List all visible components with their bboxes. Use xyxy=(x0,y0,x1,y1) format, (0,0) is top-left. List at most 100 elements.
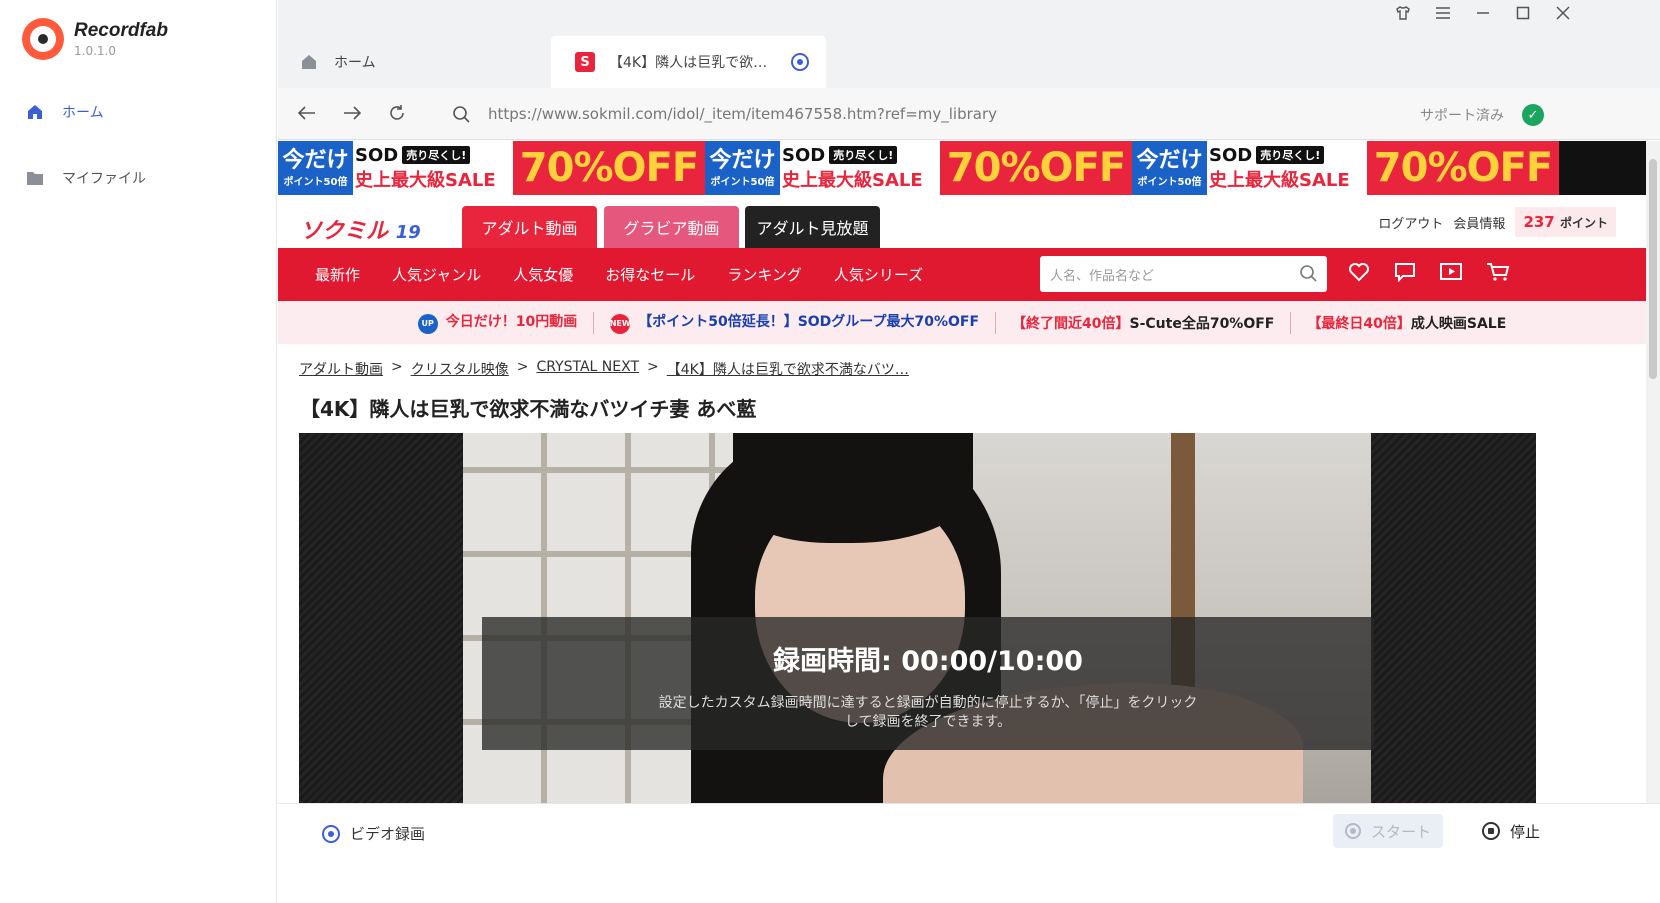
stop-button[interactable]: 停止 xyxy=(1456,814,1566,848)
promo-text: 成人映画SALE xyxy=(1410,315,1507,332)
tab-label: ホーム xyxy=(334,55,376,71)
tab-adult-video[interactable]: アダルト動画 xyxy=(462,206,597,248)
support-status: サポート済み ✓ xyxy=(1420,104,1544,126)
check-icon: ✓ xyxy=(1522,104,1544,126)
promo-prefix: 【最終日40倍】 xyxy=(1307,315,1411,332)
record-icon xyxy=(1344,823,1361,839)
tab-gravure-video[interactable]: グラビア動画 xyxy=(604,206,739,248)
banner-tag: 売り尽くし! xyxy=(402,146,471,164)
nav-link[interactable]: ランキング xyxy=(727,264,802,285)
site-logo-text: ソクミル xyxy=(300,219,389,244)
banner-tag: 売り尽くし! xyxy=(1256,146,1325,164)
support-label: サポート済み xyxy=(1420,108,1504,124)
promo-bar: UP 今日だけ！10円動画 NEW 【ポイント50倍延長！】SODグループ最大70%… xyxy=(278,301,1646,344)
tab-sokmil-product[interactable]: S 【4K】隣人は巨乳で欲求不満なバツイチ妻 あべ藍 xyxy=(551,36,826,88)
play-video-icon[interactable] xyxy=(1440,262,1462,287)
sidebar-item-label: ホーム xyxy=(62,105,104,121)
nav-icons xyxy=(1348,262,1510,287)
nav-link[interactable]: 人気シリーズ xyxy=(834,264,923,285)
banner-text: 70%OFF xyxy=(940,141,1132,195)
app-name: Recordfab xyxy=(74,20,168,41)
radio-icon xyxy=(322,824,340,843)
recordfab-logo-icon xyxy=(22,18,64,60)
start-label: スタート xyxy=(1370,822,1431,841)
banner-text: SOD xyxy=(355,144,399,166)
reload-icon[interactable] xyxy=(386,102,408,124)
recording-indicator-icon[interactable] xyxy=(791,53,809,71)
banner-text: 70%OFF xyxy=(1367,141,1559,195)
member-info-link[interactable]: 会員情報 xyxy=(1453,213,1505,232)
tab-unlimited[interactable]: アダルト見放題 xyxy=(745,206,880,248)
nav-link[interactable]: お得なセール xyxy=(605,264,695,285)
banner-text: ポイント50倍 xyxy=(1137,176,1202,188)
web-view: 今だけ ポイント50倍 SOD 売り尽くし! 史上最大級SALE 70%OFF 今だけ… xyxy=(278,141,1646,803)
promo-text: 今日だけ！10円動画 xyxy=(445,314,578,331)
banner-text: 70%OFF xyxy=(513,141,705,195)
shirt-icon[interactable] xyxy=(1394,4,1412,22)
banner-text: ポイント50倍 xyxy=(710,176,775,188)
nav-link[interactable]: 人気女優 xyxy=(513,264,573,285)
video-record-mode[interactable]: ビデオ録画 xyxy=(322,823,425,844)
stop-icon xyxy=(1481,822,1500,840)
app-brand: Recordfab 1.0.1.0 xyxy=(22,18,168,60)
banner-text: 今だけ xyxy=(709,147,776,173)
web-scrollbar[interactable] xyxy=(1646,141,1660,803)
close-icon[interactable] xyxy=(1554,4,1572,22)
nav-link[interactable]: 最新作 xyxy=(315,264,360,285)
heart-icon[interactable] xyxy=(1348,262,1370,287)
promo-item[interactable]: 【終了間近40倍】S-Cute全品70%OFF xyxy=(1012,313,1274,333)
menu-icon[interactable] xyxy=(1434,4,1452,22)
site-logo[interactable]: ソクミル 19 xyxy=(300,213,421,245)
start-button[interactable]: スタート xyxy=(1333,814,1443,848)
breadcrumb-link[interactable]: クリスタル映像 xyxy=(411,359,509,379)
sidebar-item-my-files[interactable]: マイファイル xyxy=(25,168,146,188)
banner-text: 史上最大級SALE xyxy=(782,169,923,191)
logout-link[interactable]: ログアウト xyxy=(1378,213,1443,232)
url-input[interactable]: https://www.sokmil.com/idol/_item/item46… xyxy=(436,98,1546,130)
video-player[interactable]: 録画時間: 00:00/10:00 設定したカスタム録画時間に達すると録画が自動… xyxy=(299,433,1536,803)
promo-item[interactable]: NEW 【ポイント50倍延長！】SODグループ最大70%OFF xyxy=(610,311,979,334)
banner-text: 今だけ xyxy=(1136,147,1203,173)
folder-icon xyxy=(25,168,45,188)
promo-item[interactable]: 【最終日40倍】成人映画SALE xyxy=(1307,313,1506,333)
site-search-input[interactable]: 人名、作品名など xyxy=(1040,256,1327,292)
new-badge-icon: NEW xyxy=(610,313,631,334)
sidebar-item-home[interactable]: ホーム xyxy=(25,102,104,122)
breadcrumb-link[interactable]: 【4K】隣人は巨乳で欲求不満なバツ… xyxy=(667,359,909,379)
banner-tag: 売り尽くし! xyxy=(829,146,898,164)
minimize-icon[interactable] xyxy=(1474,4,1492,22)
banner-text: 史上最大級SALE xyxy=(355,169,496,191)
breadcrumb-link[interactable]: アダルト動画 xyxy=(299,359,383,379)
site-header: ソクミル 19 アダルト動画 グラビア動画 アダルト見放題 ログアウト 会員情報… xyxy=(278,195,1646,248)
points-badge[interactable]: 237 ポイント xyxy=(1515,207,1616,237)
message-icon[interactable] xyxy=(1394,262,1416,287)
home-icon xyxy=(300,53,318,71)
banner-text: SOD xyxy=(1209,144,1253,166)
app-version: 1.0.1.0 xyxy=(74,44,116,58)
bottom-bar: ビデオ録画 スタート 停止 xyxy=(278,803,1660,903)
search-icon[interactable] xyxy=(1299,264,1317,286)
chevron-right-icon: > xyxy=(516,359,529,375)
scrollbar-thumb[interactable] xyxy=(1649,159,1657,379)
banner-text: ポイント50倍 xyxy=(283,176,348,188)
recording-time: 録画時間: 00:00/10:00 xyxy=(773,646,1083,677)
nav-link[interactable]: 人気ジャンル xyxy=(392,264,481,285)
cart-icon[interactable] xyxy=(1486,262,1510,287)
breadcrumb-link[interactable]: CRYSTAL NEXT xyxy=(536,359,639,379)
maximize-icon[interactable] xyxy=(1514,4,1532,22)
promo-item[interactable]: UP 今日だけ！10円動画 xyxy=(417,311,578,334)
divider xyxy=(1290,311,1292,334)
recording-description: 設定したカスタム録画時間に達すると録画が自動的に停止するか、「停止」をクリックし… xyxy=(658,695,1198,730)
site-logo-badge: 19 xyxy=(395,222,421,243)
figure-bangs xyxy=(733,433,973,543)
up-badge-icon: UP xyxy=(417,313,438,334)
back-icon[interactable] xyxy=(296,102,318,124)
forward-icon[interactable] xyxy=(341,102,363,124)
product-title: 【4K】隣人は巨乳で欲求不満なバツイチ妻 あべ藍 xyxy=(300,397,757,421)
sale-banner[interactable]: 今だけ ポイント50倍 SOD 売り尽くし! 史上最大級SALE 70%OFF 今だけ… xyxy=(278,141,1646,195)
breadcrumb: アダルト動画 > クリスタル映像 > CRYSTAL NEXT > 【4K】隣人は巨乳… xyxy=(299,359,909,379)
divider xyxy=(593,311,595,334)
tab-home[interactable]: ホーム xyxy=(300,36,376,88)
banner-text: 今だけ xyxy=(282,147,349,173)
chevron-right-icon: > xyxy=(647,359,659,375)
